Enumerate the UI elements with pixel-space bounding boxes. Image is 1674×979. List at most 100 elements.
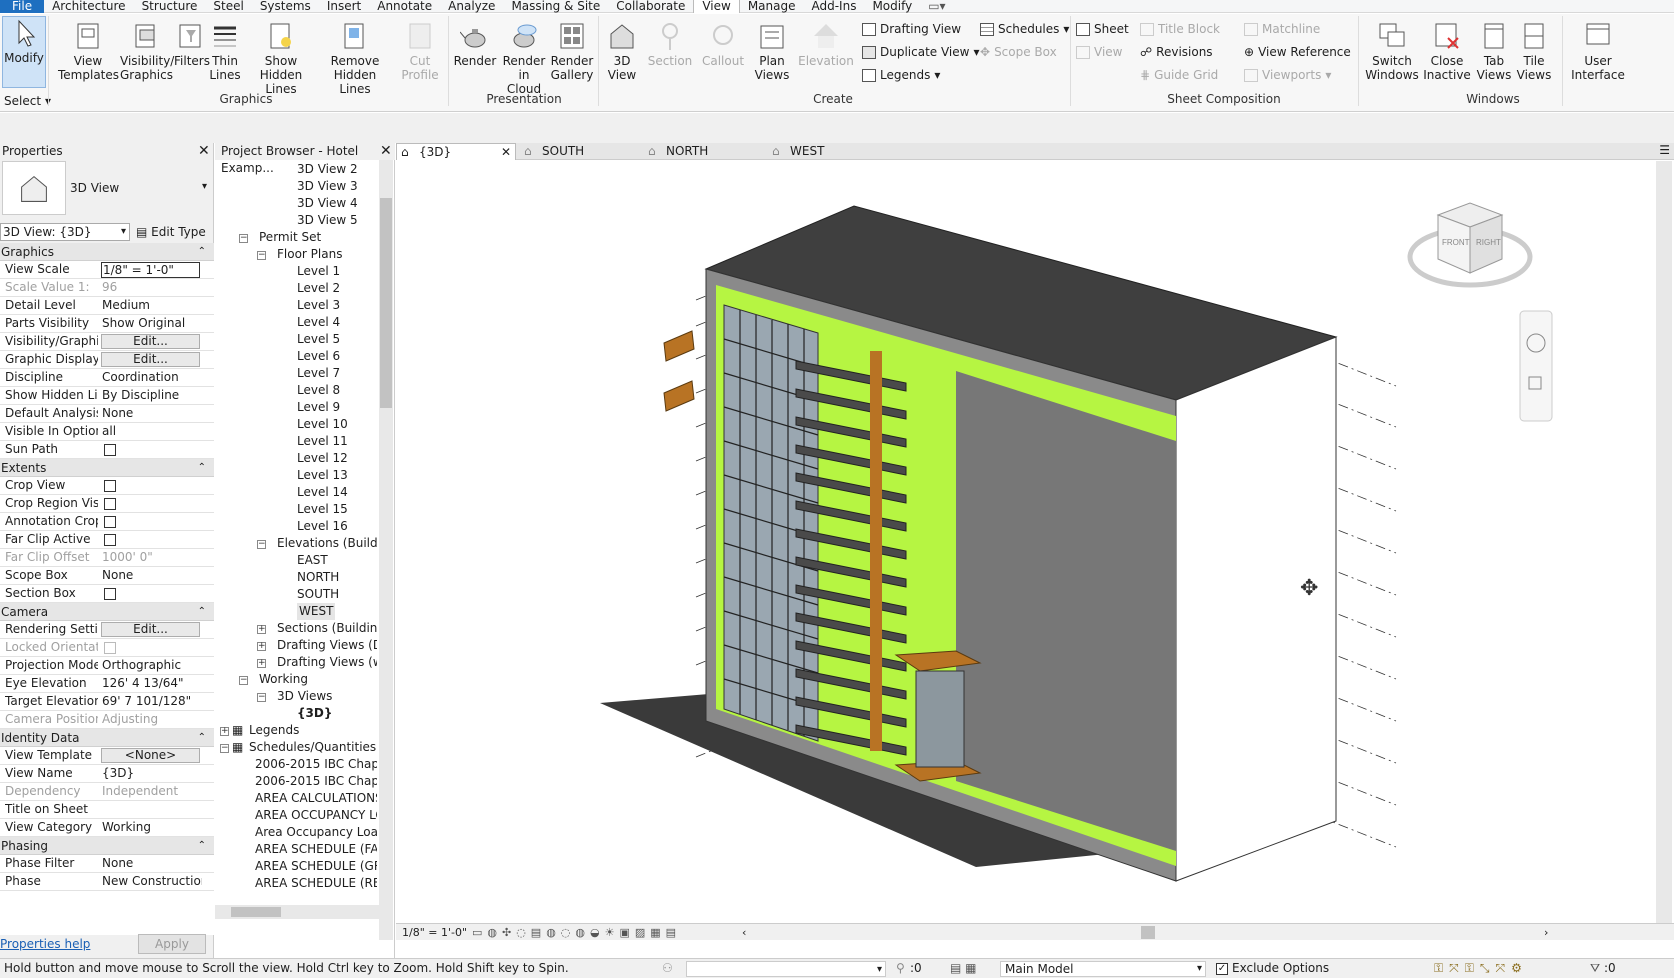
tree-item[interactable]: 3D View 4 bbox=[297, 195, 358, 212]
collapse-toggle[interactable]: − bbox=[257, 540, 266, 549]
scope-box-button[interactable]: ✥ Scope Box bbox=[980, 45, 1057, 59]
guide-grid-button[interactable]: ⋕ Guide Grid bbox=[1140, 68, 1218, 82]
tree-item[interactable]: AREA CALCULATIONS bbox=[255, 790, 377, 807]
render-in-cloud-button[interactable]: Render in Cloud bbox=[500, 20, 548, 96]
collapse-toggle[interactable]: − bbox=[220, 744, 229, 753]
tree-item[interactable]: 3D View 5 bbox=[297, 212, 358, 229]
matchline-button[interactable]: Matchline bbox=[1244, 22, 1320, 36]
menu-view[interactable]: View bbox=[693, 0, 740, 13]
tab-north[interactable]: ⌂ NORTH bbox=[644, 143, 764, 160]
menu-file[interactable]: File bbox=[0, 0, 45, 13]
tree-item[interactable]: 2006-2015 IBC Chapter bbox=[255, 756, 377, 773]
render-button[interactable]: Render bbox=[452, 20, 498, 68]
design-option-dropdown[interactable]: Main Model ▾ bbox=[1000, 961, 1206, 977]
browser-hscrollbar[interactable] bbox=[215, 905, 379, 919]
view-scale-readout[interactable]: 1/8" = 1'-0" bbox=[402, 924, 467, 941]
tree-item[interactable]: AREA SCHEDULE (FAR) bbox=[255, 841, 377, 858]
detail-level-value[interactable]: Medium bbox=[102, 297, 202, 314]
apply-button[interactable]: Apply bbox=[138, 934, 206, 954]
tree-item[interactable]: Drafting Views (Detai bbox=[277, 637, 377, 654]
elevation-button[interactable]: Elevation bbox=[796, 20, 856, 68]
menu-collaborate[interactable]: Collaborate bbox=[608, 0, 693, 13]
tree-item-schedules[interactable]: Schedules/Quantities (all bbox=[249, 739, 377, 756]
view-scale-input[interactable]: 1/8" = 1'-0" bbox=[101, 262, 200, 278]
tree-item[interactable]: 3D View 2 bbox=[297, 161, 358, 178]
menu-manage[interactable]: Manage bbox=[740, 0, 804, 13]
collapse-toggle[interactable]: − bbox=[239, 676, 248, 685]
group-graphics[interactable]: Graphics ⌃ bbox=[0, 243, 214, 261]
view-category-value[interactable]: Working bbox=[102, 819, 202, 836]
far-clip-checkbox[interactable] bbox=[104, 534, 116, 546]
worksets-icon[interactable]: ⚇ bbox=[662, 959, 673, 978]
menu-structure[interactable]: Structure bbox=[134, 0, 206, 13]
view-templates-button[interactable]: View Templates bbox=[58, 20, 119, 82]
menu-insert[interactable]: Insert bbox=[319, 0, 369, 13]
collapse-toggle[interactable]: − bbox=[257, 693, 266, 702]
filter-icon[interactable]: ⛛ bbox=[1590, 959, 1600, 978]
section-button[interactable]: Section bbox=[644, 20, 696, 68]
tab-views-button[interactable]: Tab Views bbox=[1474, 20, 1514, 82]
group-phasing[interactable]: Phasing ⌃ bbox=[0, 837, 214, 855]
tile-views-button[interactable]: Tile Views bbox=[1514, 20, 1554, 82]
model-3d-canvas[interactable]: FRONT RIGHT ✥ bbox=[396, 161, 1674, 923]
scroll-right-icon[interactable]: › bbox=[1544, 924, 1548, 941]
tree-item[interactable]: Level 6 bbox=[297, 348, 340, 365]
menu-analyze[interactable]: Analyze bbox=[440, 0, 503, 13]
visibility-graphics-button[interactable]: Visibility/Graphics bbox=[120, 20, 174, 82]
crop-view-checkbox[interactable] bbox=[104, 480, 116, 492]
revisions-button[interactable]: ☍ Revisions bbox=[1140, 45, 1213, 59]
rendering-edit-button[interactable]: Edit... bbox=[101, 622, 200, 637]
close-icon[interactable]: ✕ bbox=[501, 144, 511, 161]
tree-item-permit-set[interactable]: Permit Set bbox=[259, 229, 321, 246]
title-block-button[interactable]: Title Block bbox=[1140, 22, 1220, 36]
tree-item[interactable]: Sections (Building Se bbox=[277, 620, 377, 637]
drafting-view-button[interactable]: Drafting View bbox=[862, 22, 961, 36]
menu-modify[interactable]: Modify bbox=[864, 0, 920, 13]
type-selector[interactable]: 3D View bbox=[70, 181, 119, 195]
group-identity[interactable]: Identity Data ⌃ bbox=[0, 729, 214, 747]
edit-type-button[interactable]: ▤ Edit Type bbox=[136, 223, 206, 241]
tree-item[interactable]: 2006-2015 IBC Chapter bbox=[255, 773, 377, 790]
tree-item[interactable]: NORTH bbox=[297, 569, 339, 586]
menu-massing[interactable]: Massing & Site bbox=[503, 0, 608, 13]
switch-windows-button[interactable]: Switch Windows bbox=[1364, 20, 1420, 82]
eye-elevation-value[interactable]: 126' 4 13/64" bbox=[102, 675, 202, 692]
view-place-button[interactable]: View bbox=[1076, 45, 1122, 59]
projection-value[interactable]: Orthographic bbox=[102, 657, 202, 674]
tab-menu-icon[interactable]: ☰ bbox=[1659, 143, 1670, 157]
tree-item[interactable]: Level 15 bbox=[297, 501, 348, 518]
expand-toggle[interactable]: + bbox=[257, 659, 266, 668]
tree-item[interactable]: Area Occupancy Load Su bbox=[255, 824, 377, 841]
tree-item[interactable]: Level 9 bbox=[297, 399, 340, 416]
design-options-icon[interactable]: ▤ ▦ bbox=[950, 959, 977, 978]
menu-architecture[interactable]: Architecture bbox=[44, 0, 133, 13]
close-inactive-button[interactable]: Close Inactive bbox=[1422, 20, 1472, 82]
tree-item-working[interactable]: Working bbox=[259, 671, 308, 688]
crop-region-checkbox[interactable] bbox=[104, 498, 116, 510]
tree-item[interactable]: Level 11 bbox=[297, 433, 348, 450]
contextual-tab-icon[interactable]: ▭▾ bbox=[920, 0, 953, 13]
navigation-bar[interactable] bbox=[1519, 310, 1553, 422]
filters-button[interactable]: Filters bbox=[174, 20, 210, 68]
workset-dropdown[interactable]: ▾ bbox=[686, 961, 886, 977]
tree-item-elevations[interactable]: Elevations (Building E bbox=[277, 535, 377, 552]
group-extents[interactable]: Extents ⌃ bbox=[0, 459, 214, 477]
schedules-button[interactable]: Schedules ▾ bbox=[980, 22, 1069, 36]
section-box-checkbox[interactable] bbox=[104, 588, 116, 600]
instance-selector[interactable]: 3D View: {3D} ▾ bbox=[0, 223, 130, 241]
modify-button[interactable]: Modify bbox=[2, 16, 46, 88]
tree-item-3d-views[interactable]: 3D Views bbox=[277, 688, 332, 705]
tab-3d[interactable]: ⌂ {3D} ✕ bbox=[396, 143, 516, 160]
close-icon[interactable]: ✕ bbox=[380, 143, 392, 159]
remove-hidden-lines-button[interactable]: Remove Hidden Lines bbox=[318, 20, 392, 96]
properties-help-link[interactable]: Properties help bbox=[0, 937, 90, 951]
tree-item[interactable]: Level 7 bbox=[297, 365, 340, 382]
menu-annotate[interactable]: Annotate bbox=[369, 0, 440, 13]
sun-path-checkbox[interactable] bbox=[104, 444, 116, 456]
3d-view-button[interactable]: 3D View bbox=[602, 20, 642, 82]
tree-item[interactable]: Level 10 bbox=[297, 416, 348, 433]
duplicate-view-button[interactable]: Duplicate View ▾ bbox=[862, 45, 980, 59]
expand-toggle[interactable]: + bbox=[220, 727, 229, 736]
close-icon[interactable]: ✕ bbox=[198, 143, 210, 159]
tree-item-selected[interactable]: WEST bbox=[297, 603, 336, 620]
